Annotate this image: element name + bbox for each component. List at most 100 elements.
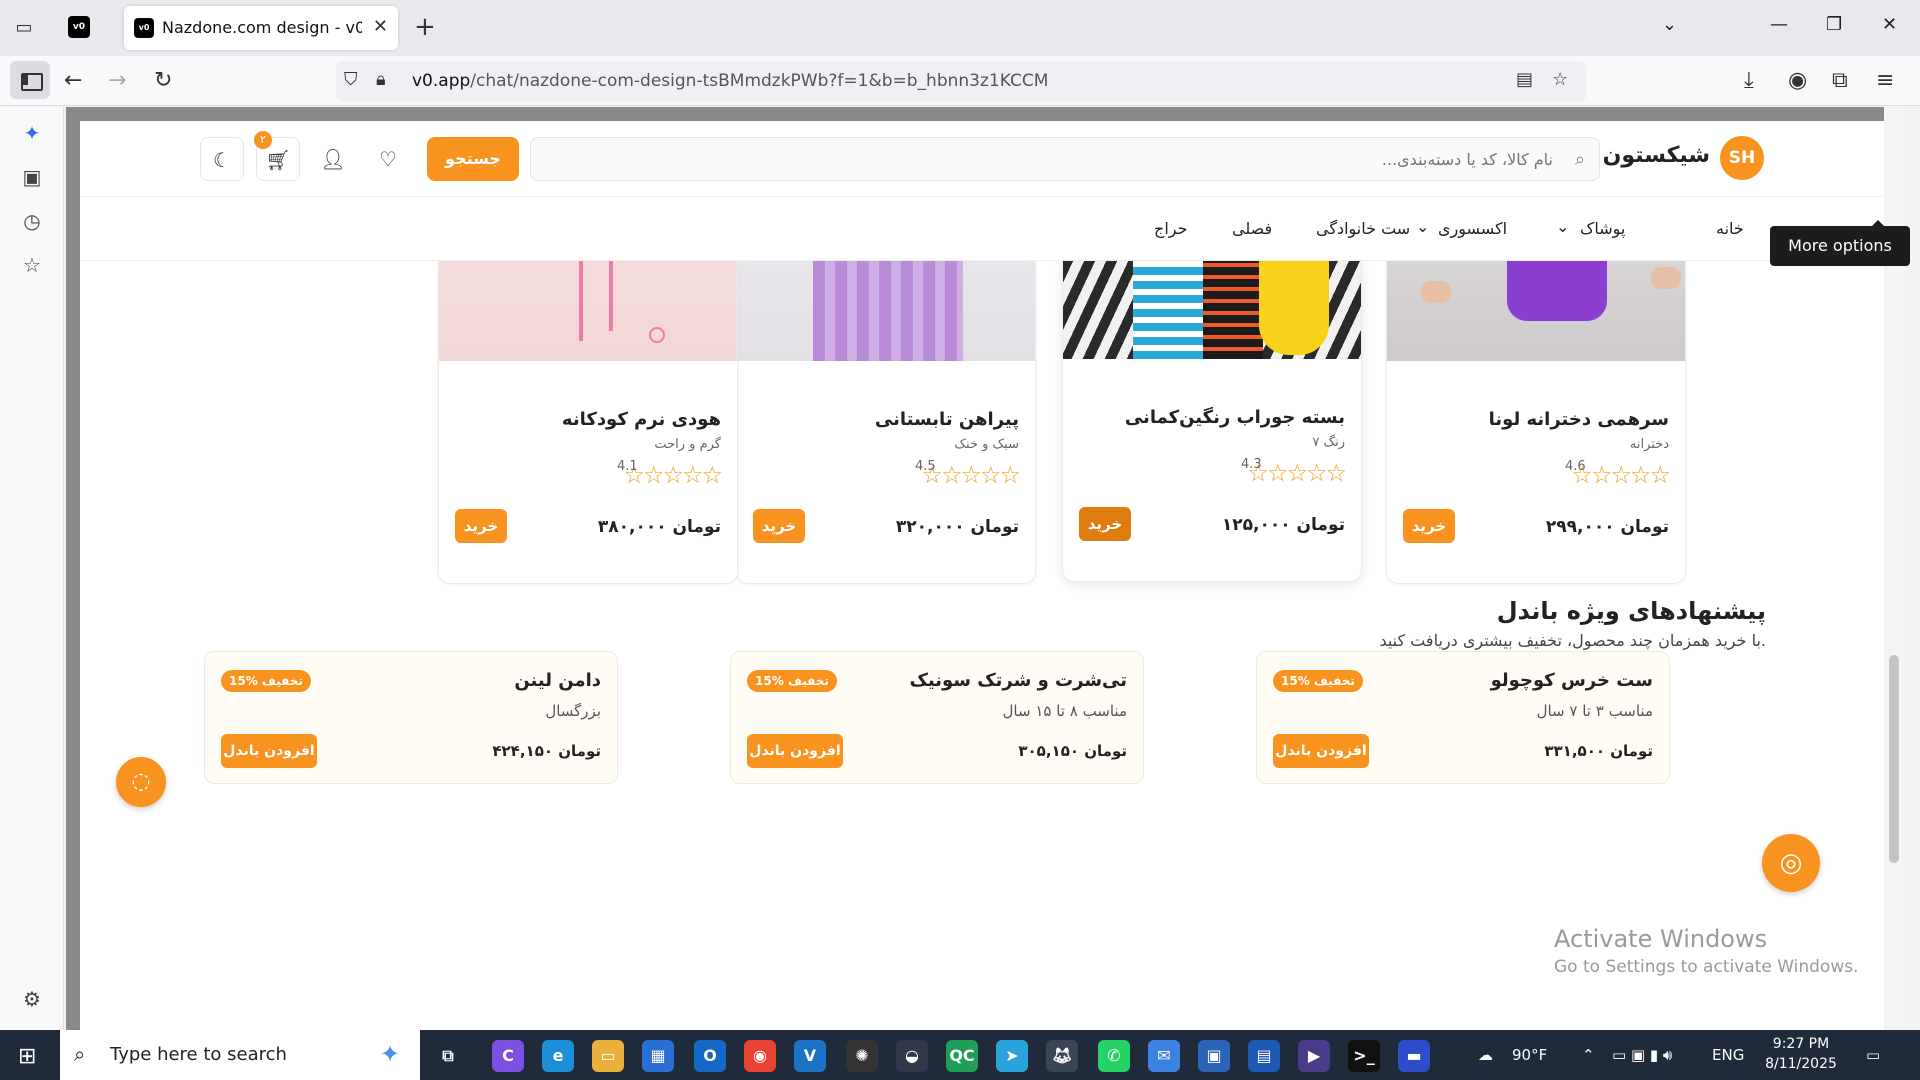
sidebar-toggle-icon[interactable] — [10, 61, 50, 99]
app-icon[interactable]: ▤ — [1248, 1040, 1280, 1072]
media-player-icon[interactable]: ▶ — [1298, 1040, 1330, 1072]
bundle-card[interactable]: تی‌شرت و شرتک سونیک مناسب ۸ تا ۱۵ سال ۳۰… — [730, 651, 1144, 784]
outlook-icon[interactable]: O — [694, 1040, 726, 1072]
new-tab-icon[interactable]: + — [414, 12, 436, 42]
product-card[interactable]: پیراهن تابستانی سبک و خنک ☆☆☆☆☆ 4.5 ۳۲۰,… — [736, 261, 1036, 584]
menu-item-home[interactable]: خانه — [1716, 219, 1744, 238]
buy-button[interactable]: خرید — [1403, 509, 1455, 543]
menu-item-family-set[interactable]: ست خانوادگی — [1316, 219, 1410, 238]
scrollbar-thumb[interactable] — [1889, 655, 1899, 863]
bookmark-star-icon[interactable]: ☆ — [1552, 69, 1568, 90]
url-text[interactable]: v0.app/chat/nazdone-com-design-tsBMmdzkP… — [412, 71, 1048, 91]
product-image[interactable] — [1387, 261, 1685, 361]
product-card[interactable]: سرهمی دخترانه لونا دخترانه ☆☆☆☆☆ 4.6 ۲۹۹… — [1386, 261, 1686, 584]
buy-button[interactable]: خرید — [1079, 507, 1131, 541]
search-input[interactable] — [653, 146, 1553, 172]
product-card[interactable]: هودی نرم کودکانه گرم و راحت ☆☆☆☆☆ 4.1 ۳۸… — [438, 261, 738, 584]
menu-icon[interactable]: ≡ — [1876, 68, 1894, 94]
app-icon[interactable]: ◒ — [896, 1040, 928, 1072]
product-card[interactable]: بسته جوراب رنگین‌کمانی ۷ رنگ ☆☆☆☆☆ 4.3 ۱… — [1062, 259, 1362, 582]
menu-item-accessories[interactable]: اکسسوری — [1438, 219, 1507, 238]
language-indicator[interactable]: ENG — [1712, 1046, 1744, 1064]
buy-button[interactable]: خرید — [753, 509, 805, 543]
chevron-down-icon[interactable]: ⌄ — [1556, 217, 1569, 236]
add-bundle-button[interactable]: افزودن باندل — [1273, 734, 1369, 768]
copilot-sparkle-icon[interactable]: ✦ — [380, 1040, 400, 1068]
tab-overview-icon[interactable]: ▭ — [12, 16, 36, 40]
search-button[interactable]: جستجو — [427, 137, 519, 181]
vpn-app-icon[interactable]: V — [794, 1040, 826, 1072]
bundle-card[interactable]: ست خرس کوچولو مناسب ۳ تا ۷ سال ۳۳۱,۵۰۰ ت… — [1256, 651, 1670, 784]
history-icon[interactable]: ◷ — [20, 209, 44, 233]
copilot-app-icon[interactable]: C — [492, 1040, 524, 1072]
chatgpt-icon[interactable]: ✺ — [846, 1040, 878, 1072]
add-bundle-button[interactable]: افزودن باندل — [747, 734, 843, 768]
store-icon[interactable]: ▦ — [642, 1040, 674, 1072]
product-name[interactable]: سرهمی دخترانه لونا — [1489, 409, 1669, 430]
file-explorer-icon[interactable]: ▭ — [592, 1040, 624, 1072]
add-bundle-button[interactable]: افزودن باندل — [221, 734, 317, 768]
settings-gear-icon[interactable]: ⚙ — [20, 987, 44, 1011]
menu-item-clothing[interactable]: پوشاک — [1580, 219, 1625, 238]
firefox-icon[interactable]: 🦊︎ — [1046, 1040, 1078, 1072]
downloads-icon[interactable]: ⤓ — [1744, 68, 1754, 94]
minimize-icon[interactable]: — — [1770, 14, 1788, 35]
close-tab-icon[interactable]: ✕ — [373, 16, 388, 37]
bookmarks-icon[interactable]: ☆ — [20, 253, 44, 277]
task-view-icon[interactable]: ⧉ — [432, 1040, 464, 1072]
product-name[interactable]: پیراهن تابستانی — [875, 409, 1019, 430]
whatsapp-icon[interactable]: ✆ — [1098, 1040, 1130, 1072]
back-icon[interactable]: ← — [64, 68, 82, 94]
url-bar[interactable]: ⛉ 🔒︎ v0.app/chat/nazdone-com-design-tsBM… — [336, 61, 1586, 101]
clock[interactable]: 9:27 PM 8/11/2025 — [1756, 1034, 1846, 1074]
instagram-icon[interactable]: ◎ — [1762, 834, 1820, 892]
notifications-icon[interactable]: ▭ — [1866, 1046, 1880, 1064]
chat-bubble-icon[interactable]: ◌ — [116, 757, 166, 807]
close-window-icon[interactable]: ✕ — [1882, 14, 1897, 35]
wishlist-heart-icon[interactable]: ♡ — [366, 137, 410, 181]
product-name[interactable]: بسته جوراب رنگین‌کمانی — [1125, 407, 1345, 428]
qc-app-icon[interactable]: QC — [946, 1040, 978, 1072]
logo-badge[interactable]: SH — [1720, 136, 1764, 180]
tab-list-chevron-icon[interactable]: ⌄ — [1662, 14, 1677, 35]
search-box[interactable]: ⌕ — [530, 137, 1600, 181]
app-icon[interactable]: ▣ — [1198, 1040, 1230, 1072]
weather-temp[interactable]: 90°F — [1512, 1046, 1547, 1064]
product-image[interactable] — [737, 261, 1035, 361]
dark-mode-moon-icon[interactable]: ☾ — [200, 137, 244, 181]
tray-chevron-icon[interactable]: ⌃ — [1582, 1046, 1595, 1064]
synced-tabs-icon[interactable]: ▣ — [20, 165, 44, 189]
tray-icons[interactable]: ▭ ▣ ▮ 🔊︎ — [1612, 1046, 1672, 1064]
pinned-tab-v0[interactable]: v0 — [68, 16, 90, 38]
menu-item-seasonal[interactable]: فصلی — [1232, 219, 1272, 238]
buy-button[interactable]: خرید — [455, 509, 507, 543]
remote-desktop-icon[interactable]: ▬ — [1398, 1040, 1430, 1072]
menu-item-sale[interactable]: حراج — [1154, 219, 1188, 238]
restore-icon[interactable]: ❐ — [1826, 14, 1842, 35]
edge-icon[interactable]: e — [542, 1040, 574, 1072]
chrome-icon[interactable]: ◉ — [744, 1040, 776, 1072]
windows-start-icon[interactable]: ⊞ — [18, 1044, 36, 1069]
telegram-icon[interactable]: ➤ — [996, 1040, 1028, 1072]
ai-sparkle-icon[interactable]: ✦ — [20, 121, 44, 145]
reader-view-icon[interactable]: ▤ — [1516, 69, 1533, 90]
product-subtitle: ۷ رنگ — [1312, 435, 1345, 450]
shield-icon[interactable]: ⛉ — [344, 69, 358, 90]
bundle-subtitle: مناسب ۸ تا ۱۵ سال — [1002, 702, 1127, 720]
reload-icon[interactable]: ↻ — [154, 68, 172, 94]
product-name[interactable]: هودی نرم کودکانه — [562, 409, 721, 430]
product-image[interactable] — [439, 261, 737, 361]
terminal-icon[interactable]: >_ — [1348, 1040, 1380, 1072]
chevron-down-icon[interactable]: ⌄ — [1416, 217, 1429, 236]
active-tab[interactable]: v0 Nazdone.com design - v0 by Vercel ✕ — [124, 6, 398, 50]
user-icon[interactable]: 👤︎ — [311, 137, 355, 181]
forward-icon[interactable]: → — [108, 68, 126, 94]
weather-icon[interactable]: ☁ — [1478, 1046, 1493, 1064]
product-image[interactable] — [1063, 259, 1361, 359]
mail-icon[interactable]: ✉ — [1148, 1040, 1180, 1072]
lock-icon[interactable]: 🔒︎ — [376, 69, 386, 90]
account-icon[interactable]: ◉ — [1788, 68, 1807, 94]
bundle-card[interactable]: دامن لینن بزرگسال ۴۲۴,۱۵۰ تومان 15% تخفی… — [204, 651, 618, 784]
extensions-icon[interactable]: ⧉ — [1832, 68, 1848, 94]
taskbar-search[interactable]: ⌕ Type here to search ✦ — [60, 1030, 420, 1080]
